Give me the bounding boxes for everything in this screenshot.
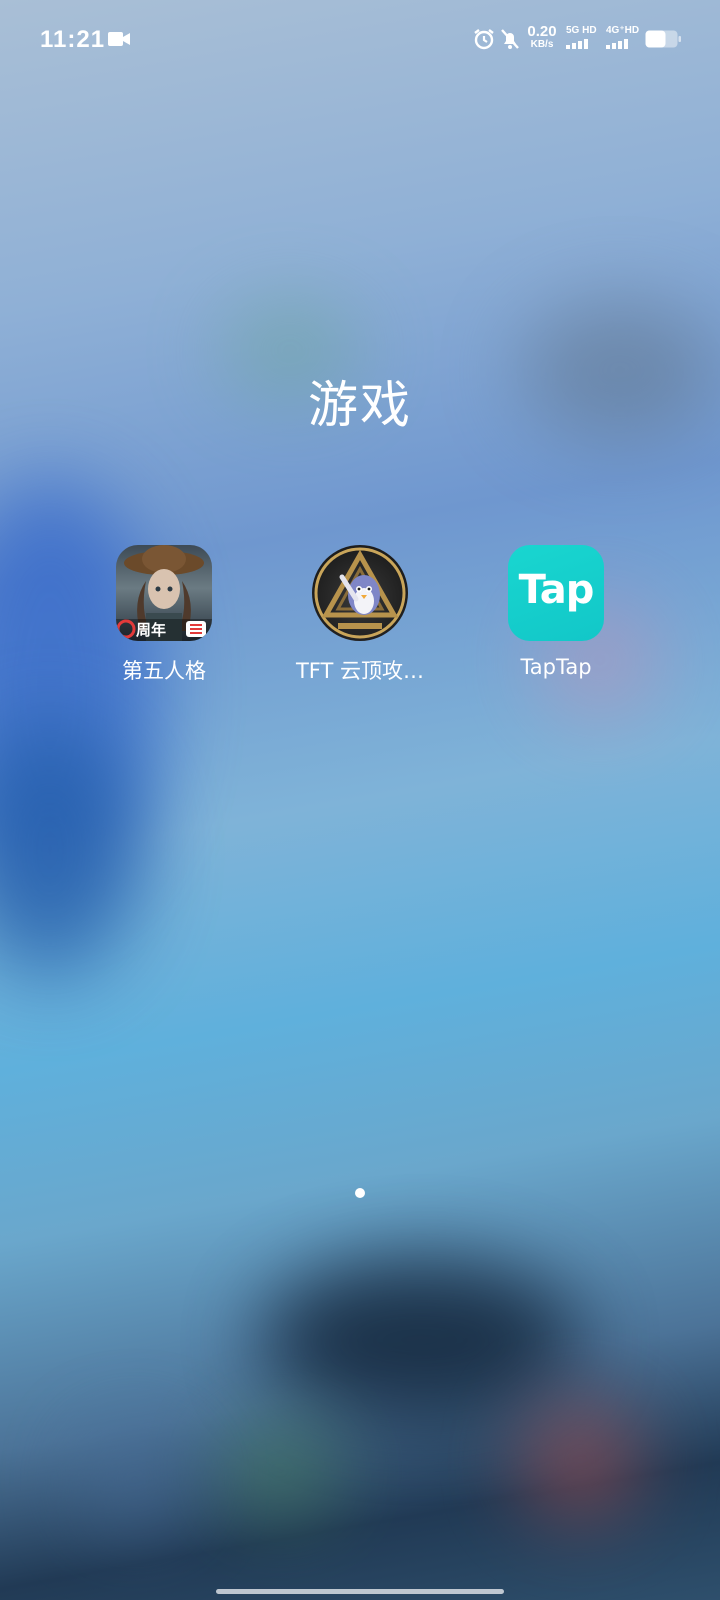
sim2-label: 4G⁺HD (606, 25, 640, 36)
identity-v-app-icon[interactable]: 周年 (116, 545, 212, 641)
network-speed: 0.20 KB/s (524, 24, 560, 50)
tft-app-icon[interactable] (312, 545, 408, 641)
signal-icon (566, 39, 597, 49)
app-label: TFT 云顶攻… (295, 659, 425, 683)
app-label: TapTap (520, 655, 592, 679)
sim2-signal: 4G⁺HD (606, 26, 639, 49)
app-label: 第五人格 (122, 659, 206, 683)
app-tft[interactable]: TFT 云顶攻… (270, 545, 450, 685)
app-taptap[interactable]: Tap TapTap (466, 545, 646, 679)
page-indicator-dot (355, 1188, 365, 1198)
network-speed-unit: KB/s (530, 39, 554, 50)
signal-icon (606, 39, 639, 49)
network-speed-value: 0.20 (527, 23, 557, 40)
mute-bell-icon (501, 29, 519, 49)
folder-title[interactable]: 游戏 (0, 365, 720, 437)
anniversary-badge: 周年 (136, 621, 167, 639)
video-record-icon (108, 32, 130, 46)
status-bar: 11:21 0.20 KB/s 5G HD 4G⁺HD (0, 0, 720, 78)
battery-icon (645, 30, 681, 48)
taptap-logo-text: Tap (518, 567, 595, 613)
sim1-signal: 5G HD (566, 26, 597, 49)
taptap-app-icon[interactable]: Tap (508, 545, 604, 641)
app-identity-v[interactable]: 周年 第五人格 (74, 545, 254, 685)
status-time: 11:21 (40, 26, 106, 53)
alarm-icon (474, 29, 494, 50)
home-gesture-bar[interactable] (216, 1589, 504, 1594)
sim1-label: 5G HD (566, 25, 597, 36)
